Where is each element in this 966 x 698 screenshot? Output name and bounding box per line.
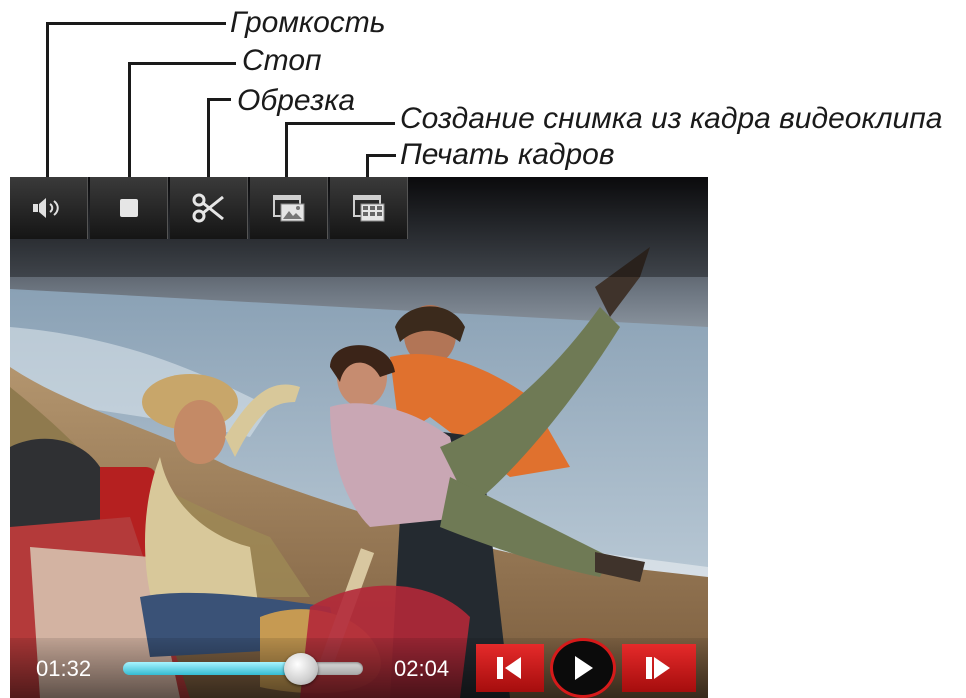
leader-volume-h xyxy=(46,22,226,25)
trim-button[interactable] xyxy=(170,177,248,239)
play-button[interactable] xyxy=(550,638,616,698)
current-time: 01:32 xyxy=(36,656,92,681)
snapshot-icon xyxy=(272,195,304,222)
scissors-icon xyxy=(192,193,224,223)
leader-print-h xyxy=(366,154,396,157)
seek-progress xyxy=(123,662,301,675)
player-toolbar xyxy=(10,177,410,239)
print-frames-icon xyxy=(352,195,384,222)
callout-trim: Обрезка xyxy=(237,84,356,117)
callout-snapshot: Создание снимка из кадра видеоклипа xyxy=(400,102,943,135)
video-player[interactable]: 01:32 02:04 xyxy=(10,177,708,698)
print-frames-button[interactable] xyxy=(330,177,408,239)
previous-frame-button[interactable] xyxy=(476,644,544,692)
seek-thumb[interactable] xyxy=(283,653,318,685)
leader-volume-v xyxy=(46,22,49,180)
callout-volume: Громкость xyxy=(230,6,386,39)
total-time: 02:04 xyxy=(394,656,450,681)
volume-button[interactable] xyxy=(10,177,88,239)
leader-snapshot-h xyxy=(285,122,395,125)
step-forward-icon xyxy=(646,657,670,679)
leader-trim-v xyxy=(207,98,210,180)
step-back-icon xyxy=(497,657,521,679)
stop-icon xyxy=(119,199,138,217)
callout-print-frames: Печать кадров xyxy=(400,138,615,171)
leader-trim-h xyxy=(207,98,231,101)
leader-snapshot-v xyxy=(285,122,288,180)
snapshot-button[interactable] xyxy=(250,177,328,239)
play-icon xyxy=(575,656,593,680)
leader-stop-h xyxy=(128,62,236,65)
seek-bar[interactable] xyxy=(123,653,363,685)
video-frame xyxy=(10,177,708,698)
leader-stop-v xyxy=(128,62,131,180)
callout-stop: Стоп xyxy=(242,44,322,77)
volume-icon xyxy=(32,198,59,218)
stop-button[interactable] xyxy=(90,177,168,239)
next-frame-button[interactable] xyxy=(622,644,696,692)
playback-bar: 01:32 02:04 xyxy=(10,638,708,698)
